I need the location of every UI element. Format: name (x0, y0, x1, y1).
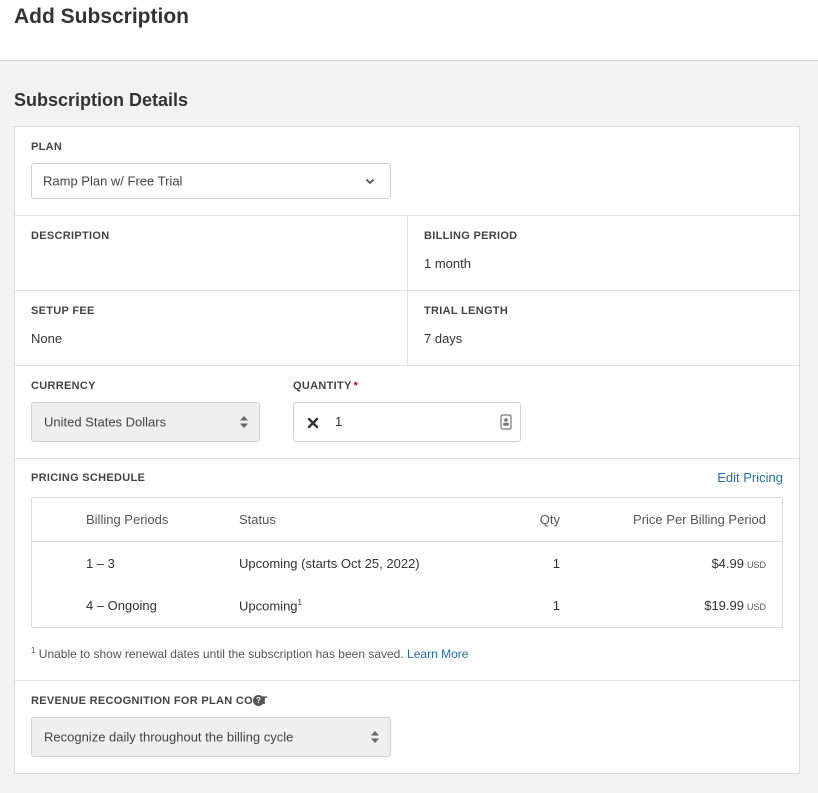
qty-cell: 1 (552, 598, 560, 613)
currency-quantity-row: CURRENCY United States Dollars QUANTITY *… (15, 366, 799, 459)
quantity-field[interactable]: 1 (293, 402, 521, 442)
chevron-down-icon (365, 178, 375, 185)
price-cell: $19.99 USD (704, 598, 766, 613)
quantity-label-text: QUANTITY (293, 380, 352, 392)
setup-fee-value: None (31, 331, 63, 346)
revenue-recognition-select[interactable]: Recognize daily throughout the billing c… (31, 717, 391, 757)
updown-arrows-icon (371, 731, 379, 743)
column-header-qty: Qty (539, 512, 560, 527)
column-header-status: Status (239, 512, 276, 527)
plan-select[interactable]: Ramp Plan w/ Free Trial (31, 163, 391, 199)
currency-unit: USD (746, 602, 766, 612)
qty-cell: 1 (552, 556, 560, 571)
edit-pricing-link[interactable]: Edit Pricing (717, 470, 783, 485)
footnote-marker: 1 (31, 646, 36, 655)
quantity-label: QUANTITY * (293, 380, 358, 392)
description-label: DESCRIPTION (31, 230, 110, 242)
quantity-value: 1 (335, 414, 343, 429)
section-title: Subscription Details (14, 90, 189, 110)
question-circle-icon[interactable]: ? (253, 695, 264, 706)
billing-period-label: BILLING PERIOD (424, 230, 518, 242)
footnote-text: Unable to show renewal dates until the s… (38, 647, 404, 661)
close-icon[interactable] (307, 416, 319, 430)
currency-unit: USD (746, 560, 766, 570)
revenue-recognition-row: REVENUE RECOGNITION FOR PLAN COST ? Reco… (15, 681, 799, 773)
plan-select-value: Ramp Plan w/ Free Trial (43, 173, 183, 189)
column-header-price: Price Per Billing Period (633, 512, 766, 527)
setup-fee-label: SETUP FEE (31, 305, 95, 317)
pricing-table: Billing Periods Status Qty Price Per Bil… (31, 497, 783, 628)
currency-select-value: United States Dollars (44, 414, 167, 430)
billing-periods-cell: 1 – 3 (86, 556, 115, 571)
billing-period-value: 1 month (424, 256, 471, 271)
status-cell: Upcoming (starts Oct 25, 2022) (239, 556, 420, 571)
column-header-billing-periods: Billing Periods (86, 512, 169, 527)
contact-card-icon[interactable] (500, 414, 512, 430)
price-amount: $19.99 (704, 598, 744, 613)
pricing-schedule-row: PRICING SCHEDULE Edit Pricing Billing Pe… (15, 459, 799, 681)
currency-select[interactable]: United States Dollars (31, 402, 260, 442)
billing-periods-cell: 4 – Ongoing (86, 598, 157, 613)
revenue-recognition-value: Recognize daily throughout the billing c… (44, 729, 294, 745)
status-text: Upcoming (239, 598, 298, 614)
pricing-footnote: 1 Unable to show renewal dates until the… (31, 646, 468, 661)
updown-arrows-icon (240, 416, 248, 428)
revenue-recognition-label: REVENUE RECOGNITION FOR PLAN COST (31, 695, 268, 707)
trial-length-label: TRIAL LENGTH (424, 305, 509, 317)
page-title: Add Subscription (14, 5, 189, 28)
price-cell: $4.99 USD (711, 556, 766, 571)
plan-row: PLAN Ramp Plan w/ Free Trial (15, 127, 799, 216)
learn-more-link[interactable]: Learn More (407, 647, 468, 661)
required-mark: * (353, 380, 359, 392)
setup-trial-row: SETUP FEE None TRIAL LENGTH 7 days (15, 291, 799, 366)
currency-label: CURRENCY (31, 380, 96, 392)
divider (407, 291, 408, 365)
subscription-details-card: PLAN Ramp Plan w/ Free Trial DESCRIPTION… (14, 126, 800, 774)
header-bar: Add Subscription (0, 0, 818, 61)
trial-length-value: 7 days (424, 331, 463, 346)
price-amount: $4.99 (711, 556, 744, 571)
plan-label: PLAN (31, 141, 63, 153)
divider (407, 216, 408, 290)
description-billing-row: DESCRIPTION BILLING PERIOD 1 month (15, 216, 799, 291)
pricing-schedule-label: PRICING SCHEDULE (31, 472, 146, 484)
footnote-marker: 1 (297, 598, 302, 607)
status-cell: Upcoming1 (239, 598, 302, 613)
header-divider (32, 541, 782, 542)
